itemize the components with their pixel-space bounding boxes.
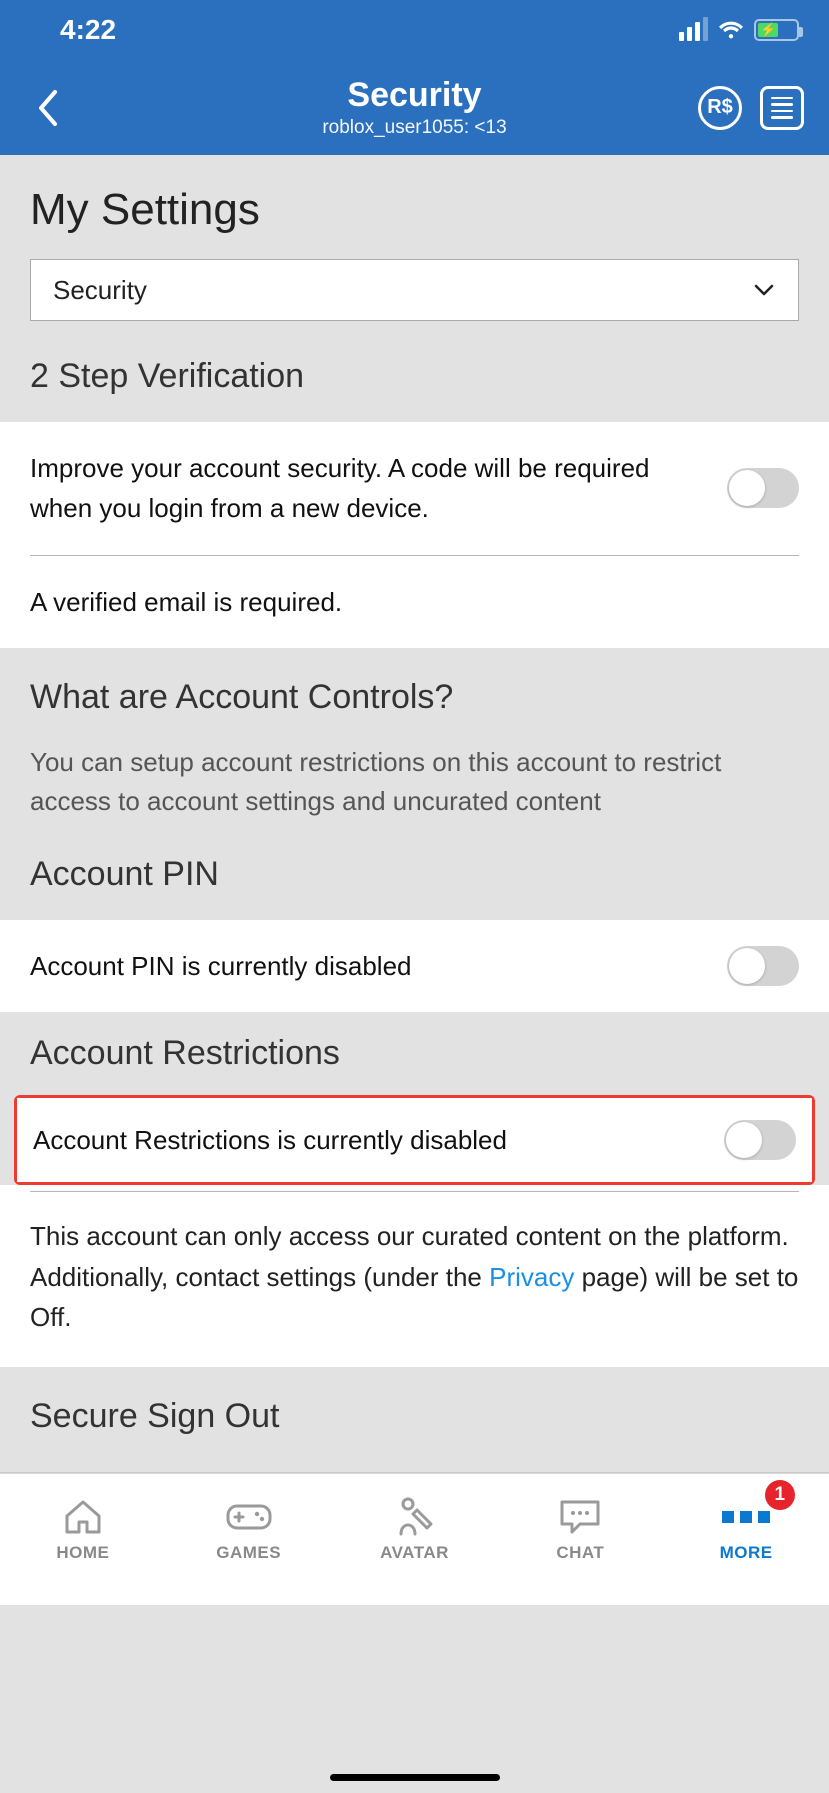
status-time: 4:22 — [60, 14, 116, 46]
nav-header: Security roblox_user1055: <13 R$ — [0, 60, 829, 155]
account-pin-row: Account PIN is currently disabled — [0, 920, 829, 1012]
tab-avatar[interactable]: AVATAR — [332, 1474, 498, 1585]
chevron-left-icon — [35, 88, 59, 128]
section-header-restrictions: Account Restrictions — [0, 1012, 829, 1095]
status-bar: 4:22 ⚡ — [0, 0, 829, 60]
section-header-pin: Account PIN — [0, 849, 829, 920]
section-controls-desc: You can setup account restrictions on th… — [0, 743, 829, 849]
tab-games[interactable]: GAMES — [166, 1474, 332, 1585]
home-icon — [59, 1497, 107, 1537]
more-badge: 1 — [765, 1480, 795, 1510]
tab-home-label: HOME — [56, 1543, 109, 1563]
settings-category-dropdown[interactable]: Security — [30, 259, 799, 321]
two-step-desc: Improve your account security. A code wi… — [30, 448, 727, 529]
home-indicator[interactable] — [330, 1774, 500, 1781]
section-header-two-step: 2 Step Verification — [0, 351, 829, 422]
two-step-note: A verified email is required. — [0, 556, 829, 648]
tab-chat[interactable]: CHAT — [497, 1474, 663, 1585]
tab-avatar-label: AVATAR — [380, 1543, 449, 1563]
hamburger-menu-icon[interactable] — [760, 86, 804, 130]
avatar-icon — [390, 1497, 438, 1537]
content-scroll[interactable]: My Settings Security 2 Step Verification… — [0, 155, 829, 1473]
chevron-down-icon — [752, 278, 776, 302]
dropdown-value: Security — [53, 275, 147, 306]
tab-games-label: GAMES — [216, 1543, 281, 1563]
cellular-icon — [679, 19, 708, 41]
account-restrictions-highlight: Account Restrictions is currently disabl… — [14, 1095, 815, 1185]
tab-bar: HOME GAMES AVATAR CHAT MORE 1 — [0, 1473, 829, 1605]
account-restrictions-text: Account Restrictions is currently disabl… — [33, 1120, 724, 1160]
chat-icon — [556, 1497, 604, 1537]
account-restrictions-toggle[interactable] — [724, 1120, 796, 1160]
tab-home[interactable]: HOME — [0, 1474, 166, 1585]
status-icons: ⚡ — [679, 18, 799, 42]
account-pin-toggle[interactable] — [727, 946, 799, 986]
section-header-signout: Secure Sign Out — [0, 1367, 829, 1472]
tab-chat-label: CHAT — [556, 1543, 604, 1563]
battery-icon: ⚡ — [754, 19, 799, 41]
games-icon — [225, 1497, 273, 1537]
account-restrictions-row: Account Restrictions is currently disabl… — [17, 1098, 812, 1182]
section-header-controls: What are Account Controls? — [0, 648, 829, 743]
page-title: My Settings — [0, 155, 829, 259]
wifi-icon — [716, 18, 746, 42]
tab-more[interactable]: MORE 1 — [663, 1474, 829, 1585]
nav-title: Security — [322, 76, 506, 115]
two-step-toggle[interactable] — [727, 468, 799, 508]
nav-subtitle: roblox_user1055: <13 — [322, 117, 506, 139]
two-step-row: Improve your account security. A code wi… — [0, 422, 829, 555]
privacy-link[interactable]: Privacy — [489, 1262, 574, 1292]
more-icon — [722, 1497, 770, 1537]
back-button[interactable] — [25, 86, 69, 130]
account-restrictions-info: This account can only access our curated… — [0, 1192, 829, 1367]
robux-icon[interactable]: R$ — [698, 86, 742, 130]
nav-title-wrap: Security roblox_user1055: <13 — [322, 76, 506, 139]
account-pin-text: Account PIN is currently disabled — [30, 946, 727, 986]
tab-more-label: MORE — [720, 1543, 773, 1563]
